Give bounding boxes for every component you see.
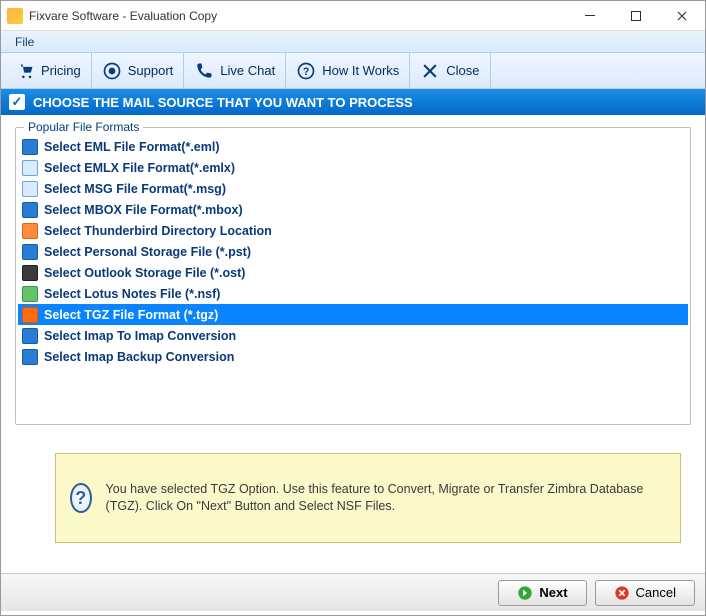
info-panel: ? You have selected TGZ Option. Use this… bbox=[55, 453, 681, 543]
imapbackup-icon bbox=[22, 349, 38, 365]
eml-icon bbox=[22, 139, 38, 155]
heading-text: CHOOSE THE MAIL SOURCE THAT YOU WANT TO … bbox=[33, 95, 413, 110]
support-button[interactable]: Support bbox=[92, 53, 185, 88]
info-icon: ? bbox=[70, 483, 92, 513]
format-item[interactable]: Select Lotus Notes File (*.nsf) bbox=[18, 283, 688, 304]
close-icon bbox=[420, 61, 440, 81]
howitworks-button[interactable]: ? How It Works bbox=[286, 53, 410, 88]
pricing-label: Pricing bbox=[41, 63, 81, 78]
next-label: Next bbox=[539, 585, 567, 600]
livechat-button[interactable]: Live Chat bbox=[184, 53, 286, 88]
close-label: Close bbox=[446, 63, 479, 78]
formats-groupbox: Popular File Formats Select EML File For… bbox=[15, 127, 691, 425]
mbox-icon bbox=[22, 202, 38, 218]
heading-icon: ✓ bbox=[9, 94, 25, 110]
menu-file[interactable]: File bbox=[7, 33, 42, 51]
format-item-label: Select Personal Storage File (*.pst) bbox=[44, 245, 251, 259]
format-item-label: Select TGZ File Format (*.tgz) bbox=[44, 308, 218, 322]
format-item[interactable]: Select EML File Format(*.eml) bbox=[18, 136, 688, 157]
format-item[interactable]: Select Imap Backup Conversion bbox=[18, 346, 688, 367]
info-text: You have selected TGZ Option. Use this f… bbox=[106, 481, 666, 516]
format-list: Select EML File Format(*.eml) Select EMLX… bbox=[18, 136, 688, 420]
minimize-button[interactable] bbox=[567, 1, 613, 31]
format-item-label: Select EML File Format(*.eml) bbox=[44, 140, 220, 154]
format-item[interactable]: Select Outlook Storage File (*.ost) bbox=[18, 262, 688, 283]
livechat-label: Live Chat bbox=[220, 63, 275, 78]
app-icon bbox=[7, 8, 23, 24]
support-icon bbox=[102, 61, 122, 81]
next-arrow-icon bbox=[517, 585, 533, 601]
thunderbird-icon bbox=[22, 223, 38, 239]
close-button[interactable]: Close bbox=[410, 53, 490, 88]
format-item[interactable]: Select EMLX File Format(*.emlx) bbox=[18, 157, 688, 178]
format-item-label: Select Imap Backup Conversion bbox=[44, 350, 234, 364]
format-item-label: Select Imap To Imap Conversion bbox=[44, 329, 236, 343]
pricing-button[interactable]: Pricing bbox=[5, 53, 92, 88]
format-item[interactable]: Select TGZ File Format (*.tgz) bbox=[18, 304, 688, 325]
next-button[interactable]: Next bbox=[498, 580, 586, 606]
format-item[interactable]: Select Imap To Imap Conversion bbox=[18, 325, 688, 346]
format-item-label: Select Outlook Storage File (*.ost) bbox=[44, 266, 245, 280]
format-item-label: Select MBOX File Format(*.mbox) bbox=[44, 203, 243, 217]
svg-text:?: ? bbox=[303, 66, 310, 78]
pst-icon bbox=[22, 244, 38, 260]
format-item-label: Select Lotus Notes File (*.nsf) bbox=[44, 287, 220, 301]
window-title: Fixvare Software - Evaluation Copy bbox=[29, 9, 567, 23]
nsf-icon bbox=[22, 286, 38, 302]
menubar: File bbox=[1, 31, 705, 53]
content-area: Popular File Formats Select EML File For… bbox=[1, 115, 705, 573]
format-item[interactable]: Select MBOX File Format(*.mbox) bbox=[18, 199, 688, 220]
cart-icon bbox=[15, 61, 35, 81]
imap-icon bbox=[22, 328, 38, 344]
toolbar: Pricing Support Live Chat ? How It Works… bbox=[1, 53, 705, 89]
emlx-icon bbox=[22, 160, 38, 176]
question-icon: ? bbox=[296, 61, 316, 81]
format-item[interactable]: Select Thunderbird Directory Location bbox=[18, 220, 688, 241]
titlebar: Fixvare Software - Evaluation Copy bbox=[1, 1, 705, 31]
phone-icon bbox=[194, 61, 214, 81]
howitworks-label: How It Works bbox=[322, 63, 399, 78]
format-item[interactable]: Select MSG File Format(*.msg) bbox=[18, 178, 688, 199]
format-item-label: Select Thunderbird Directory Location bbox=[44, 224, 272, 238]
maximize-button[interactable] bbox=[613, 1, 659, 31]
heading-bar: ✓ CHOOSE THE MAIL SOURCE THAT YOU WANT T… bbox=[1, 89, 705, 115]
cancel-label: Cancel bbox=[636, 585, 676, 600]
format-item[interactable]: Select Personal Storage File (*.pst) bbox=[18, 241, 688, 262]
close-window-button[interactable] bbox=[659, 1, 705, 31]
format-item-label: Select EMLX File Format(*.emlx) bbox=[44, 161, 235, 175]
support-label: Support bbox=[128, 63, 174, 78]
ost-icon bbox=[22, 265, 38, 281]
cancel-x-icon bbox=[614, 585, 630, 601]
msg-icon bbox=[22, 181, 38, 197]
format-item-label: Select MSG File Format(*.msg) bbox=[44, 182, 226, 196]
groupbox-legend: Popular File Formats bbox=[24, 120, 143, 134]
tgz-icon bbox=[22, 307, 38, 323]
footer: Next Cancel bbox=[1, 573, 705, 611]
cancel-button[interactable]: Cancel bbox=[595, 580, 695, 606]
